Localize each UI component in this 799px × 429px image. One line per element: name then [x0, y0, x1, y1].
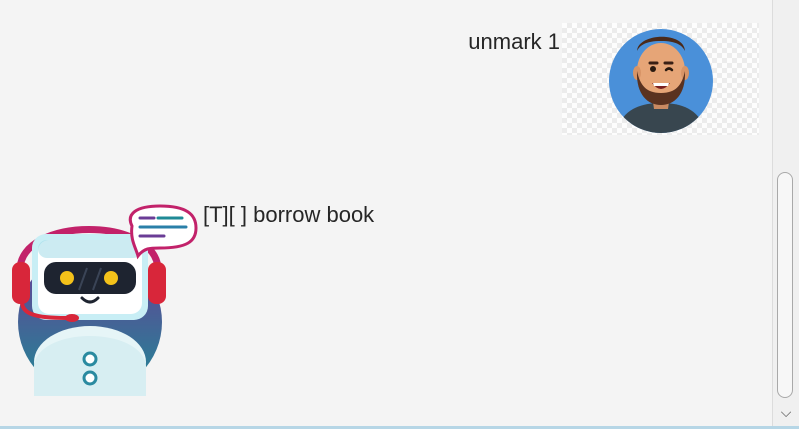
user-message-text: unmark 1 [468, 29, 560, 54]
scroll-down-arrow-icon[interactable]: ⌵ [778, 405, 794, 419]
bot-message-row: [T][ ] borrow book [0, 190, 772, 400]
bot-avatar [8, 196, 203, 401]
bearded-man-avatar-icon [609, 29, 713, 133]
user-avatar [562, 23, 759, 135]
scroll-up-area[interactable] [773, 0, 799, 8]
user-message-row: unmark 1 [0, 0, 772, 150]
chat-pane: unmark 1 [T][] borrow book [0, 0, 772, 426]
scrollbar-thumb[interactable] [777, 172, 793, 398]
bot-message-text: [T][ ] borrow book [203, 202, 375, 227]
robot-headset-avatar-icon [12, 204, 198, 398]
vertical-scrollbar[interactable]: ⌵ [772, 0, 799, 426]
